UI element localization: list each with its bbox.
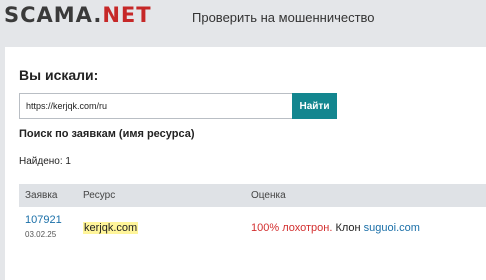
search-input[interactable] xyxy=(19,93,293,119)
search-heading: Вы искали: xyxy=(19,67,99,83)
results-subheading: Поиск по заявкам (имя ресурса) xyxy=(19,128,195,140)
clone-link[interactable]: suguoi.com xyxy=(364,222,420,234)
column-header-request: Заявка xyxy=(25,190,58,201)
request-date: 03.02.25 xyxy=(25,230,57,239)
top-bar: SCAMA.NET Проверить на мошенничество xyxy=(0,0,486,36)
request-id-link[interactable]: 107921 xyxy=(25,214,62,226)
results-card: Вы искали: Найти Поиск по заявкам (имя р… xyxy=(5,47,486,280)
results-table-header: Заявка Ресурс Оценка xyxy=(19,184,486,207)
check-fraud-link[interactable]: Проверить на мошенничество xyxy=(192,10,375,25)
found-count: Найдено: 1 xyxy=(19,156,71,167)
column-header-resource: Ресурс xyxy=(83,190,116,201)
logo-accent: NET xyxy=(102,3,152,27)
resource-name: kerjqk.com xyxy=(83,222,139,234)
table-row: 107921 03.02.25 kerjqk.com 100% лохотрон… xyxy=(19,207,486,247)
rating-verdict: 100% лохотрон. xyxy=(251,222,333,234)
search-button[interactable]: Найти xyxy=(292,93,337,119)
logo-main: SCAMA. xyxy=(4,3,103,27)
site-logo[interactable]: SCAMA.NET xyxy=(4,3,152,27)
column-header-rating: Оценка xyxy=(251,190,286,201)
clone-label: Клон xyxy=(335,222,361,234)
rating-cell: 100% лохотрон. Клон suguoi.com xyxy=(251,222,420,234)
